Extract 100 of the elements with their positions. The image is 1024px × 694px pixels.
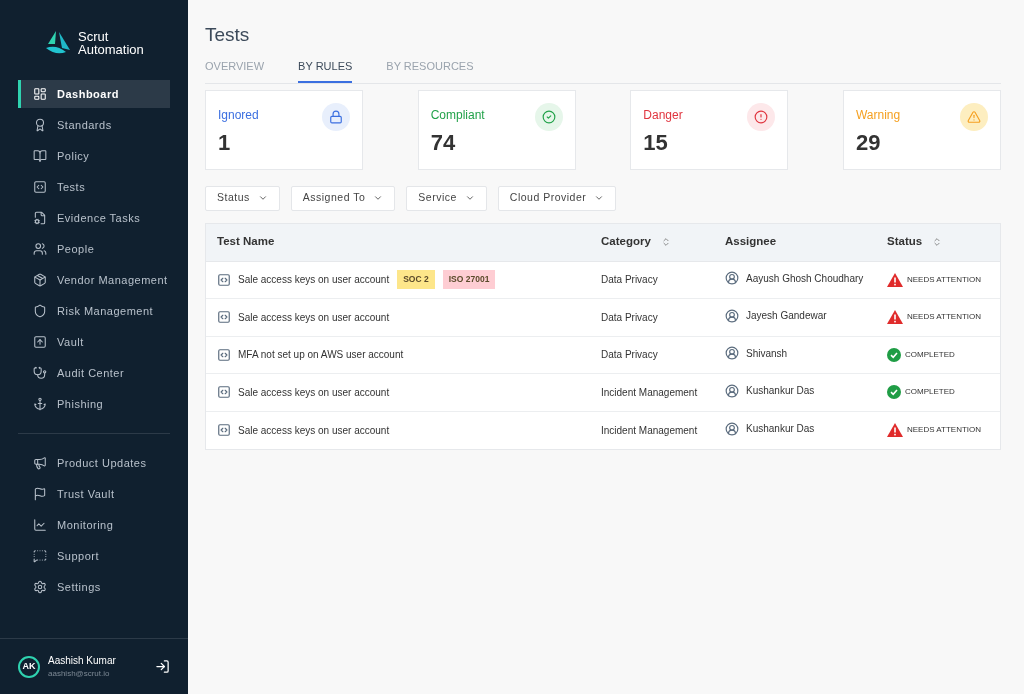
settings-icon	[33, 580, 47, 594]
shield-icon	[33, 304, 47, 318]
logout-icon[interactable]	[155, 659, 170, 674]
chart-icon	[33, 518, 47, 532]
sort-icon[interactable]	[932, 237, 943, 247]
user-icon	[725, 271, 739, 286]
stethoscope-icon	[33, 366, 47, 380]
alert-circle-icon	[754, 109, 769, 124]
filter-dropdown[interactable]: Assigned To	[290, 185, 396, 211]
sidebar-item[interactable]: People	[18, 235, 170, 263]
column-header[interactable]: Category	[601, 233, 671, 251]
tag: ISO 27001	[442, 270, 496, 290]
filter-dropdown[interactable]: Status	[205, 185, 280, 211]
stat-label: Compliant	[430, 106, 485, 124]
box-icon	[33, 273, 47, 287]
stat-label: Danger	[643, 106, 683, 124]
chevron-down-icon	[464, 193, 475, 203]
assignee-name: Kushankur Das	[746, 422, 815, 437]
lock-icon	[329, 109, 343, 124]
sidebar-item[interactable]: Audit Center	[18, 359, 170, 387]
code-icon	[217, 272, 231, 287]
document-icon	[33, 211, 47, 225]
assignee-name: Jayesh Gandewar	[746, 309, 827, 324]
column-header[interactable]: Status	[887, 233, 943, 251]
status-label: COMPLETED	[905, 386, 955, 399]
user-avatar: AK	[18, 655, 40, 678]
sidebar-item[interactable]: Trust Vault	[18, 480, 170, 508]
stat-label: Warning	[855, 106, 901, 124]
code-icon	[217, 310, 231, 325]
logo-text: Scrut	[78, 30, 110, 43]
logo-text: Automation	[78, 43, 144, 56]
status-label: NEEDS ATTENTION	[907, 311, 982, 324]
dashboard-icon	[33, 87, 47, 101]
sidebar-item[interactable]: Standards	[18, 111, 170, 139]
book-icon	[33, 149, 47, 163]
code-icon	[33, 180, 47, 194]
sidebar-item[interactable]: Tests	[18, 173, 170, 201]
test-name: Sale access keys on user account	[238, 273, 390, 288]
sidebar-item[interactable]: Risk Management	[18, 297, 170, 325]
chevron-down-icon	[257, 193, 268, 203]
stat-value: 29	[855, 130, 881, 155]
people-icon	[33, 242, 47, 256]
sidebar-item[interactable]: Monitoring	[18, 511, 170, 539]
column-header: Assignee	[725, 234, 777, 250]
assignee-name: Kushankur Das	[746, 384, 815, 399]
category-cell-text: Incident Management	[601, 385, 699, 400]
sidebar-item[interactable]: Product Updates	[18, 449, 170, 477]
sidebar-item[interactable]: Vendor Management	[18, 266, 170, 294]
category-cell-text: Data Privacy	[601, 273, 659, 288]
check-circle-icon	[887, 347, 901, 362]
megaphone-icon	[33, 456, 47, 470]
anchor-icon	[33, 397, 47, 411]
column-header: Test Name	[217, 234, 275, 250]
category-cell-text: Data Privacy	[601, 310, 659, 325]
sidebar-item[interactable]: Policy	[18, 142, 170, 170]
sidebar-item[interactable]: Dashboard	[18, 80, 170, 108]
check-circle-icon	[541, 109, 556, 124]
tab[interactable]: BY RULES	[298, 58, 353, 83]
chevron-down-icon	[373, 193, 384, 203]
status-label: NEEDS ATTENTION	[907, 424, 982, 437]
logo-icon	[44, 30, 72, 56]
assignee-name: Aayush Ghosh Choudhary	[746, 271, 864, 286]
user-name: Aashish Kumar	[48, 654, 116, 668]
stat-label: Ignored	[218, 106, 259, 124]
sidebar-item[interactable]: Phishing	[18, 390, 170, 418]
stat-value: 1	[218, 130, 231, 155]
category-cell-text: Data Privacy	[601, 348, 659, 363]
stat-value: 15	[643, 130, 668, 155]
warning-icon	[887, 310, 903, 325]
stat-value: 74	[430, 130, 456, 155]
user-icon	[725, 308, 739, 323]
award-icon	[33, 118, 47, 132]
user-icon	[725, 421, 739, 436]
test-name: Sale access keys on user account	[238, 310, 390, 325]
sidebar-item[interactable]: Support	[18, 542, 170, 570]
chevron-down-icon	[594, 193, 605, 203]
check-circle-icon	[887, 385, 901, 400]
filter-dropdown[interactable]: Cloud Provider	[497, 185, 617, 211]
status-label: NEEDS ATTENTION	[907, 273, 982, 286]
sidebar-item[interactable]: Vault	[18, 328, 170, 356]
code-icon	[217, 347, 231, 362]
user-email: aashish@scrut.io	[48, 668, 111, 680]
code-icon	[217, 423, 231, 438]
test-name: Sale access keys on user account	[238, 385, 390, 400]
tag: SOC 2	[397, 270, 435, 290]
warning-icon	[887, 272, 903, 287]
page-title: Tests	[205, 24, 250, 46]
test-name: Sale access keys on user account	[238, 423, 390, 438]
sidebar-item[interactable]: Settings	[18, 573, 170, 601]
status-label: COMPLETED	[905, 348, 955, 361]
code-icon	[217, 385, 231, 400]
sidebar-item[interactable]: Evidence Tasks	[18, 204, 170, 232]
user-icon	[725, 346, 739, 361]
filter-dropdown[interactable]: Service	[406, 185, 487, 211]
sort-icon[interactable]	[660, 237, 671, 247]
vault-icon	[33, 335, 47, 349]
assignee-name: Shivansh	[746, 346, 788, 361]
test-name: MFA not set up on AWS user account	[238, 348, 404, 363]
warning-icon	[966, 109, 981, 124]
flag-icon	[33, 487, 47, 501]
